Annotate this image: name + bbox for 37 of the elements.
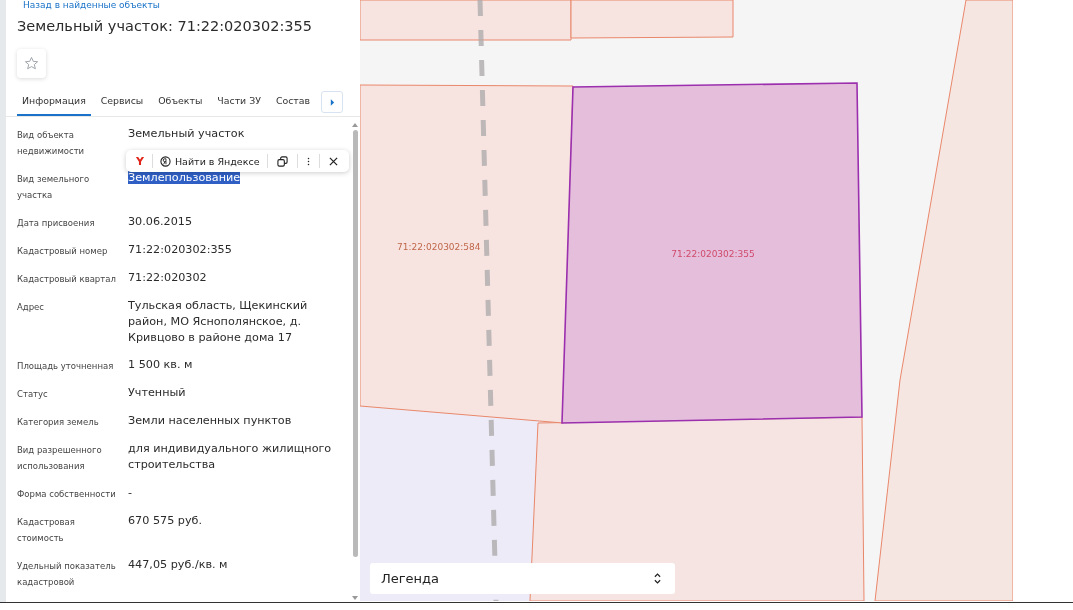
logo: Y bbox=[135, 154, 145, 168]
page-title: Земельный участок: 71:22:020302:355 bbox=[17, 17, 313, 35]
property-label: Кадастровая стоимость bbox=[17, 516, 76, 545]
tab[interactable]: Части ЗУ bbox=[212, 88, 266, 116]
property-value: 447,05 руб./кв. м bbox=[128, 558, 228, 571]
tab[interactable]: Состав bbox=[270, 88, 316, 116]
property-label: Форма собственности bbox=[17, 488, 117, 501]
property-value: - bbox=[128, 486, 133, 499]
property-value: Тульская область, Щекинский район, МО Яснополянское, д. Кривцово в районе дома 17 bbox=[128, 299, 308, 344]
property-value: 71:22:020302 bbox=[128, 271, 207, 284]
property-value: 670 575 руб. bbox=[128, 514, 202, 527]
property-label: Площадь уточненная bbox=[17, 360, 115, 373]
property-value: 71:22:020302:355 bbox=[128, 243, 232, 256]
property-label: Дата присвоения bbox=[17, 217, 96, 230]
property-label: Категория земель bbox=[17, 416, 100, 429]
property-label: Удельный показатель кадастровой bbox=[17, 560, 117, 589]
tab[interactable]: Сервисы bbox=[95, 88, 149, 116]
back-link[interactable]: Назад в найденные объекты bbox=[23, 0, 360, 11]
property-value: Земельный участок bbox=[128, 127, 245, 140]
parcel-label: 71:22:020302:584 bbox=[397, 242, 481, 252]
property-value: 30.06.2015 bbox=[128, 215, 193, 228]
property-value: Учтенный bbox=[128, 386, 186, 399]
search-button[interactable]: Найти в Яндексе bbox=[156, 155, 263, 167]
parcel-label: 71:22:020302:355 bbox=[671, 249, 755, 259]
property-value: для индивидуального жилищного строительства bbox=[128, 442, 332, 471]
property-label: Кадастровый номер bbox=[17, 245, 109, 258]
property-label: Вид земельного участка bbox=[17, 173, 91, 202]
tab[interactable]: Объекты bbox=[153, 88, 208, 116]
property-label: Вид разрешенного использования bbox=[17, 444, 103, 473]
property-label: Вид объекта недвижимости bbox=[17, 129, 86, 158]
property-value: 1 500 кв. м bbox=[128, 358, 193, 371]
property-value: Земли населенных пунктов bbox=[128, 414, 292, 427]
property-label: Статус bbox=[17, 388, 49, 401]
property-label: Адрес bbox=[17, 301, 45, 314]
legend-dropdown[interactable]: Легенда bbox=[370, 563, 675, 594]
property-label: Кадастровый квартал bbox=[17, 273, 117, 286]
tab[interactable]: Информация bbox=[17, 88, 91, 116]
